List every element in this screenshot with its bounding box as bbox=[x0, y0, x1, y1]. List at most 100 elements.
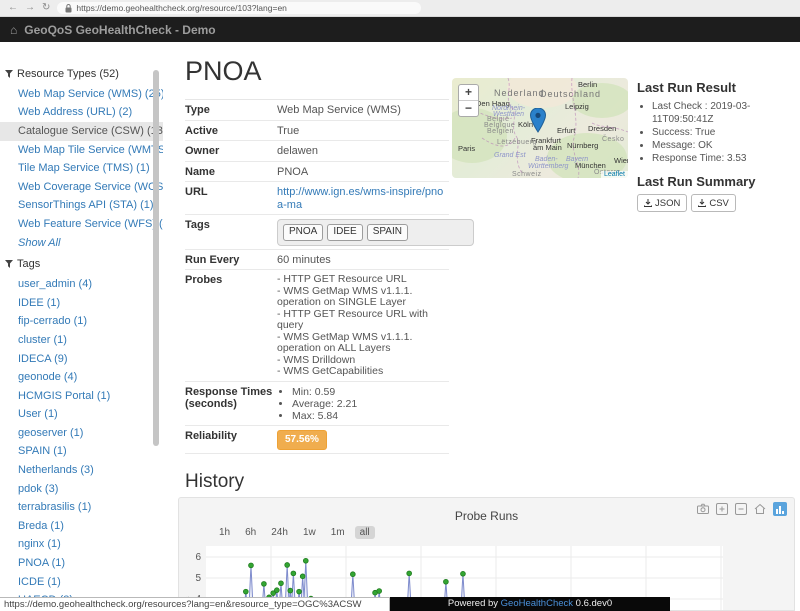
tag-link[interactable]: geonode (4) bbox=[18, 371, 77, 383]
status-bar: https://demo.geohealthcheck.org/resource… bbox=[0, 597, 390, 611]
resource-type-link[interactable]: Web Address (URL) (2) bbox=[18, 106, 132, 118]
range-button-24h[interactable]: 24h bbox=[266, 526, 293, 539]
range-button-1h[interactable]: 1h bbox=[214, 526, 235, 539]
sidebar-item-resource-type[interactable]: Catalogue Service (CSW) (13) bbox=[0, 122, 163, 141]
tag-badge[interactable]: SPAIN bbox=[367, 224, 408, 241]
refresh-icon[interactable]: ↻ bbox=[42, 3, 50, 13]
url-bar[interactable]: https://demo.geohealthcheck.org/resource… bbox=[57, 2, 421, 14]
sidebar-scrollbar[interactable] bbox=[153, 70, 159, 446]
sidebar-item-tag[interactable]: geoserver (1) bbox=[0, 424, 163, 443]
detail-row: Response Times (seconds)Min: 0.59Average… bbox=[185, 382, 449, 426]
sidebar-item-tag[interactable]: PNOA (1) bbox=[0, 554, 163, 573]
resource-type-link[interactable]: Catalogue Service (CSW) (13) bbox=[18, 125, 163, 137]
reset-axes-home-icon[interactable] bbox=[754, 503, 766, 515]
tag-link[interactable]: nginx (1) bbox=[18, 538, 61, 550]
plotly-logo-icon[interactable] bbox=[773, 502, 787, 516]
sidebar-item-tag[interactable]: fip-cerrado (1) bbox=[0, 313, 163, 332]
sidebar-item-tag[interactable]: pdok (3) bbox=[0, 480, 163, 499]
sidebar-item-resource-type[interactable]: Web Coverage Service (WCS) (2) bbox=[0, 178, 163, 197]
resource-type-link[interactable]: Web Feature Service (WFS) (4) bbox=[18, 218, 163, 230]
geohealthcheck-link[interactable]: GeoHealthCheck bbox=[501, 598, 573, 609]
zoom-in-icon[interactable] bbox=[716, 503, 728, 515]
sidebar-item-tag[interactable]: Netherlands (3) bbox=[0, 461, 163, 480]
range-button-6h[interactable]: 6h bbox=[240, 526, 261, 539]
tag-link[interactable]: HCMGIS Portal (1) bbox=[18, 390, 110, 402]
range-button-all[interactable]: all bbox=[355, 526, 375, 539]
back-icon[interactable]: ← bbox=[8, 3, 18, 13]
sidebar-item-tag[interactable]: IDECA (9) bbox=[0, 350, 163, 369]
sidebar-item-tag[interactable]: ICDE (1) bbox=[0, 573, 163, 592]
svg-text:6: 6 bbox=[195, 552, 201, 563]
resource-details-table: TypeWeb Map Service (WMS)ActiveTrueOwner… bbox=[185, 99, 449, 454]
detail-label: Active bbox=[185, 125, 277, 138]
sidebar-item-resource-type[interactable]: Web Map Service (WMS) (25) bbox=[0, 85, 163, 104]
tag-link[interactable]: geoserver (1) bbox=[18, 427, 83, 439]
zoom-in-button[interactable]: + bbox=[459, 85, 478, 100]
run-result-item: Message: OK bbox=[652, 139, 797, 152]
resource-type-link[interactable]: Web Coverage Service (WCS) (2) bbox=[18, 181, 163, 193]
detail-value: PNOA bbox=[277, 166, 449, 179]
tag-link[interactable]: pdok (3) bbox=[18, 483, 58, 495]
detail-row: TagsPNOAIDEESPAIN bbox=[185, 215, 449, 250]
sidebar-item-tag[interactable]: terrabrasilis (1) bbox=[0, 498, 163, 517]
tag-link[interactable]: IDEE (1) bbox=[18, 297, 60, 309]
zoom-out-icon[interactable] bbox=[735, 503, 747, 515]
resource-type-link[interactable]: Tile Map Service (TMS) (1) bbox=[18, 162, 150, 174]
download-csv-button[interactable]: CSV bbox=[691, 194, 736, 212]
tag-link[interactable]: IDECA (9) bbox=[18, 353, 68, 365]
map[interactable]: + − NederlandDeutschlandBerlinDen HaagLe… bbox=[452, 78, 628, 178]
sidebar-item-tag[interactable]: Breda (1) bbox=[0, 517, 163, 536]
tag-link[interactable]: SPAIN (1) bbox=[18, 445, 67, 457]
sidebar-item-tag[interactable]: IDEE (1) bbox=[0, 294, 163, 313]
resource-type-link[interactable]: Web Map Service (WMS) (25) bbox=[18, 88, 163, 100]
download-icon bbox=[698, 199, 706, 207]
tag-link[interactable]: User (1) bbox=[18, 408, 58, 420]
range-button-1w[interactable]: 1w bbox=[298, 526, 321, 539]
detail-value: Web Map Service (WMS) bbox=[277, 104, 449, 117]
sidebar-item-resource-type[interactable]: SensorThings API (STA) (1) bbox=[0, 197, 163, 216]
range-button-1m[interactable]: 1m bbox=[326, 526, 350, 539]
reliability-badge: 57.56% bbox=[277, 430, 327, 451]
sidebar-item-resource-type[interactable]: Web Feature Service (WFS) (4) bbox=[0, 215, 163, 234]
tag-link[interactable]: Netherlands (3) bbox=[18, 464, 94, 476]
sidebar-item-resource-type[interactable]: Web Address (URL) (2) bbox=[0, 104, 163, 123]
sidebar-item-tag[interactable]: cluster (1) bbox=[0, 331, 163, 350]
detail-value: PNOAIDEE SPAIN bbox=[277, 219, 474, 246]
forward-icon[interactable]: → bbox=[25, 3, 35, 13]
tag-link[interactable]: cluster (1) bbox=[18, 334, 67, 346]
footer: Powered by GeoHealthCheck 0.6.dev0 bbox=[390, 597, 670, 611]
tag-link[interactable]: ICDE (1) bbox=[18, 576, 61, 588]
sidebar-item-resource-type[interactable]: Tile Map Service (TMS) (1) bbox=[0, 159, 163, 178]
resource-type-link[interactable]: SensorThings API (STA) (1) bbox=[18, 199, 154, 211]
sidebar-item-tag[interactable]: geonode (4) bbox=[0, 368, 163, 387]
download-json-button[interactable]: JSON bbox=[637, 194, 687, 212]
sidebar-show-all[interactable]: Show All bbox=[0, 234, 163, 253]
sidebar-item-resource-type[interactable]: Web Map Tile Service (WMTS) (4) bbox=[0, 141, 163, 160]
resource-url-link[interactable]: http://www.ign.es/wms-inspire/pnoa-ma bbox=[277, 186, 443, 211]
tag-badge[interactable]: IDEE bbox=[327, 224, 362, 241]
sidebar-item-tag[interactable]: User (1) bbox=[0, 406, 163, 425]
map-marker-icon[interactable] bbox=[530, 108, 546, 134]
tag-link[interactable]: fip-cerrado (1) bbox=[18, 315, 87, 327]
sidebar-item-tag[interactable]: SPAIN (1) bbox=[0, 443, 163, 462]
zoom-out-button[interactable]: − bbox=[459, 100, 478, 116]
range-selector: 1h 6h 24h 1w 1m all bbox=[214, 526, 375, 539]
detail-value: 60 minutes bbox=[277, 254, 449, 267]
detail-label: Name bbox=[185, 166, 277, 179]
sidebar-item-tag[interactable]: user_admin (4) bbox=[0, 275, 163, 294]
home-icon[interactable]: ⌂ bbox=[10, 23, 17, 37]
navbar-brand[interactable]: GeoQoS GeoHealthCheck - Demo bbox=[24, 23, 215, 37]
tag-link[interactable]: user_admin (4) bbox=[18, 278, 92, 290]
tag-link[interactable]: terrabrasilis (1) bbox=[18, 501, 91, 513]
camera-icon[interactable] bbox=[697, 503, 709, 515]
tag-badge[interactable]: PNOA bbox=[283, 224, 323, 241]
detail-label: Owner bbox=[185, 145, 277, 158]
detail-row: ActiveTrue bbox=[185, 121, 449, 142]
tag-link[interactable]: PNOA (1) bbox=[18, 557, 65, 569]
resource-type-link[interactable]: Web Map Tile Service (WMTS) (4) bbox=[18, 144, 163, 156]
sidebar-item-tag[interactable]: nginx (1) bbox=[0, 536, 163, 555]
leaflet-attribution[interactable]: Leaflet bbox=[601, 171, 628, 178]
sidebar-item-tag[interactable]: HCMGIS Portal (1) bbox=[0, 387, 163, 406]
show-all-link[interactable]: Show All bbox=[18, 237, 60, 249]
tag-link[interactable]: Breda (1) bbox=[18, 520, 64, 532]
